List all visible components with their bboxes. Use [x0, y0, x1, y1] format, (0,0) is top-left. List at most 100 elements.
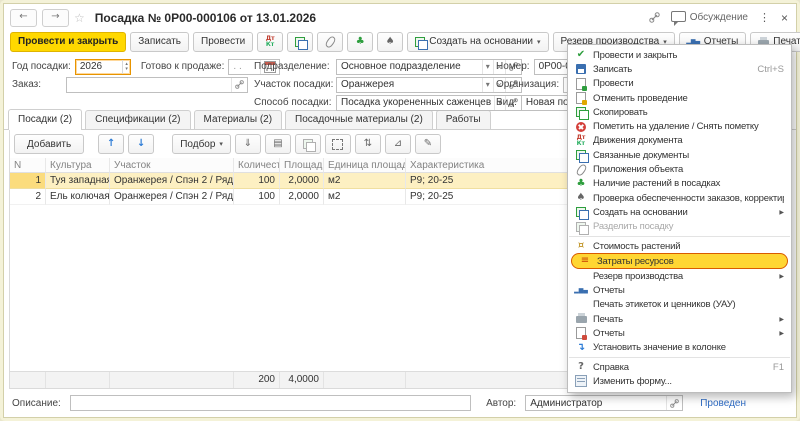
cell-area[interactable]: 2,0000 — [280, 189, 324, 205]
menu-item-copy[interactable]: Скопировать — [568, 105, 791, 121]
post-and-close-button[interactable]: Провести и закрыть — [10, 31, 127, 52]
cell-culture[interactable]: Ель колючая ... — [46, 189, 110, 205]
menu-item-object-attachments[interactable]: Приложения объекта — [568, 162, 791, 177]
cell-qty[interactable]: 100 — [234, 189, 280, 205]
add-row-button[interactable]: Добавить — [14, 134, 85, 154]
tab-planting-materials[interactable]: Посадочные материалы (2) — [285, 110, 433, 129]
attachments-button[interactable] — [317, 31, 344, 52]
mark-deletion-icon — [574, 121, 588, 133]
combo-caret-icon[interactable]: ▾ — [481, 77, 493, 92]
cell-unit[interactable]: м2 — [324, 173, 406, 189]
tab-plantings[interactable]: Посадки (2) — [8, 109, 83, 130]
move-row-down-button[interactable]: ↓ — [128, 134, 155, 154]
selection-icon — [332, 138, 344, 150]
resource-costs-icon: ≡ — [580, 255, 590, 267]
planting-method-label: Способ посадки: — [254, 97, 332, 108]
column-qty[interactable]: Количество — [234, 158, 280, 173]
department-field[interactable]: Основное подразделение ▾ × — [336, 58, 522, 75]
menu-item-save[interactable]: Записать Ctrl+S — [568, 62, 791, 76]
order-field[interactable] — [66, 76, 248, 93]
description-label: Описание: — [12, 397, 61, 409]
column-n[interactable]: N — [10, 158, 46, 173]
cell-qty[interactable]: 100 — [234, 173, 280, 189]
list-view-button[interactable]: ▤ — [264, 134, 291, 154]
set-column-icon: ↴ — [576, 341, 586, 353]
spinner-icon[interactable]: ▴ ▾ — [122, 59, 130, 74]
tab-specifications[interactable]: Спецификации (2) — [85, 110, 191, 129]
combo-caret-icon[interactable]: ▾ — [481, 59, 493, 74]
tab-materials[interactable]: Материалы (2) — [193, 110, 283, 129]
related-documents-icon — [574, 149, 589, 164]
caret-down-icon: ▾ — [219, 140, 223, 148]
edit-row-button[interactable]: ✎ — [414, 134, 441, 154]
discussion-button[interactable]: Обсуждение — [670, 11, 748, 26]
cell-plot[interactable]: Оранжерея / Спэн 2 / Ряд 7 — [110, 173, 234, 189]
cell-plot[interactable]: Оранжерея / Спэн 2 / Ряд 8 — [110, 189, 234, 205]
planting-area-field[interactable]: Оранжерея ▾ × — [336, 76, 522, 93]
menu-item-create-based-on[interactable]: Создать на основании ▶ — [568, 205, 791, 221]
measure-button[interactable]: ⊿ — [384, 134, 411, 154]
menu-item-production-reserve[interactable]: Резерв производства ▶ — [568, 269, 791, 283]
menu-item-resource-costs[interactable]: ≡ Затраты ресурсов — [571, 253, 788, 270]
sort-rows-button[interactable]: ⇅ — [354, 134, 381, 154]
split-planting-icon — [574, 221, 589, 235]
column-unit[interactable]: Единица площади — [324, 158, 406, 173]
planting-area-label: Участок посадки: — [254, 79, 334, 90]
menu-item-post-close[interactable]: ✔ Провести и закрыть — [568, 48, 791, 62]
menu-item-reports-submenu[interactable]: Отчеты ▶ — [568, 326, 791, 341]
menu-item-undo-post[interactable]: Отменить проведение — [568, 91, 791, 106]
menu-separator — [569, 235, 790, 237]
author-field[interactable]: Администратор — [525, 395, 684, 411]
pick-button[interactable]: Подбор ▾ — [172, 134, 231, 154]
move-row-up-button[interactable]: ↑ — [98, 134, 125, 154]
column-area[interactable]: Площадь — [280, 158, 324, 173]
cell-area[interactable]: 2,0000 — [280, 173, 324, 189]
menu-item-mark-deletion[interactable]: Пометить на удаление / Снять пометку — [568, 119, 791, 133]
submenu-arrow-icon: ▶ — [779, 315, 784, 323]
document-movements-button[interactable]: Дт Кт — [257, 31, 284, 52]
menu-item-change-form[interactable]: Изменить форму... — [568, 374, 791, 388]
rows-icon: ▤ — [273, 138, 283, 149]
post-button[interactable]: Провести — [193, 31, 254, 52]
menu-item-print-labels[interactable]: Печать этикеток и ценников (УАУ) — [568, 298, 791, 312]
menu-item-related-documents[interactable]: Связанные документы — [568, 148, 791, 164]
menu-item-reports[interactable]: ▂▆▄ Отчеты — [568, 283, 791, 297]
menu-item-print[interactable]: Печать ▶ — [568, 312, 791, 326]
posted-status-link[interactable]: Проведен — [700, 398, 746, 409]
kind-label: Вид: — [496, 97, 517, 108]
column-culture[interactable]: Культура — [46, 158, 110, 173]
copy-link-icon[interactable] — [649, 12, 660, 23]
favorite-star-icon[interactable]: ☆ — [74, 11, 85, 25]
open-link-icon[interactable] — [231, 77, 247, 92]
menu-item-help[interactable]: ? Справка F1 — [568, 360, 791, 374]
save-button[interactable]: Записать — [130, 31, 189, 52]
plants-availability-button[interactable]: ♣ — [347, 31, 374, 52]
menu-item-set-column-value[interactable]: ↴ Установить значение в колонке — [568, 341, 791, 355]
create-based-on-button[interactable]: Создать на основании ▾ — [407, 31, 549, 52]
copy-rows-button[interactable] — [294, 134, 321, 154]
menu-item-post[interactable]: Провести — [568, 77, 791, 91]
cell-culture[interactable]: Туя западная ... — [46, 173, 110, 189]
window-menu-icon[interactable]: ⋮ — [759, 11, 770, 24]
back-button[interactable]: ← — [10, 8, 37, 27]
total-qty: 200 — [234, 372, 280, 388]
menu-item-plants-availability[interactable]: ♣ Наличие растений в посадках — [568, 177, 791, 191]
planting-method-field[interactable]: Посадка укорененных саженцев ▾ — [336, 94, 522, 111]
select-area-button[interactable] — [324, 134, 351, 154]
cell-unit[interactable]: м2 — [324, 189, 406, 205]
description-input[interactable] — [69, 395, 472, 411]
download-icon: ⇓ — [243, 138, 253, 149]
orders-check-button[interactable]: ♠ — [377, 31, 404, 52]
forward-button[interactable]: → — [42, 8, 69, 27]
planting-year-field[interactable]: 2026 ▴ ▾ — [74, 58, 131, 75]
menu-item-plant-cost[interactable]: ¤ Стоимость растений — [568, 239, 791, 253]
column-plot[interactable]: Участок — [110, 158, 234, 173]
tab-works[interactable]: Работы — [435, 110, 491, 129]
related-documents-button[interactable] — [287, 31, 314, 52]
copy-icon — [574, 106, 589, 121]
menu-item-orders-provision-check[interactable]: ♠ Проверка обеспеченности заказов, коррек… — [568, 191, 791, 205]
menu-item-document-movements[interactable]: Дт Кт Движения документа — [568, 134, 791, 148]
load-rows-button[interactable]: ⇓ — [234, 134, 261, 154]
close-icon[interactable]: × — [781, 11, 788, 25]
open-link-icon[interactable] — [666, 396, 682, 410]
